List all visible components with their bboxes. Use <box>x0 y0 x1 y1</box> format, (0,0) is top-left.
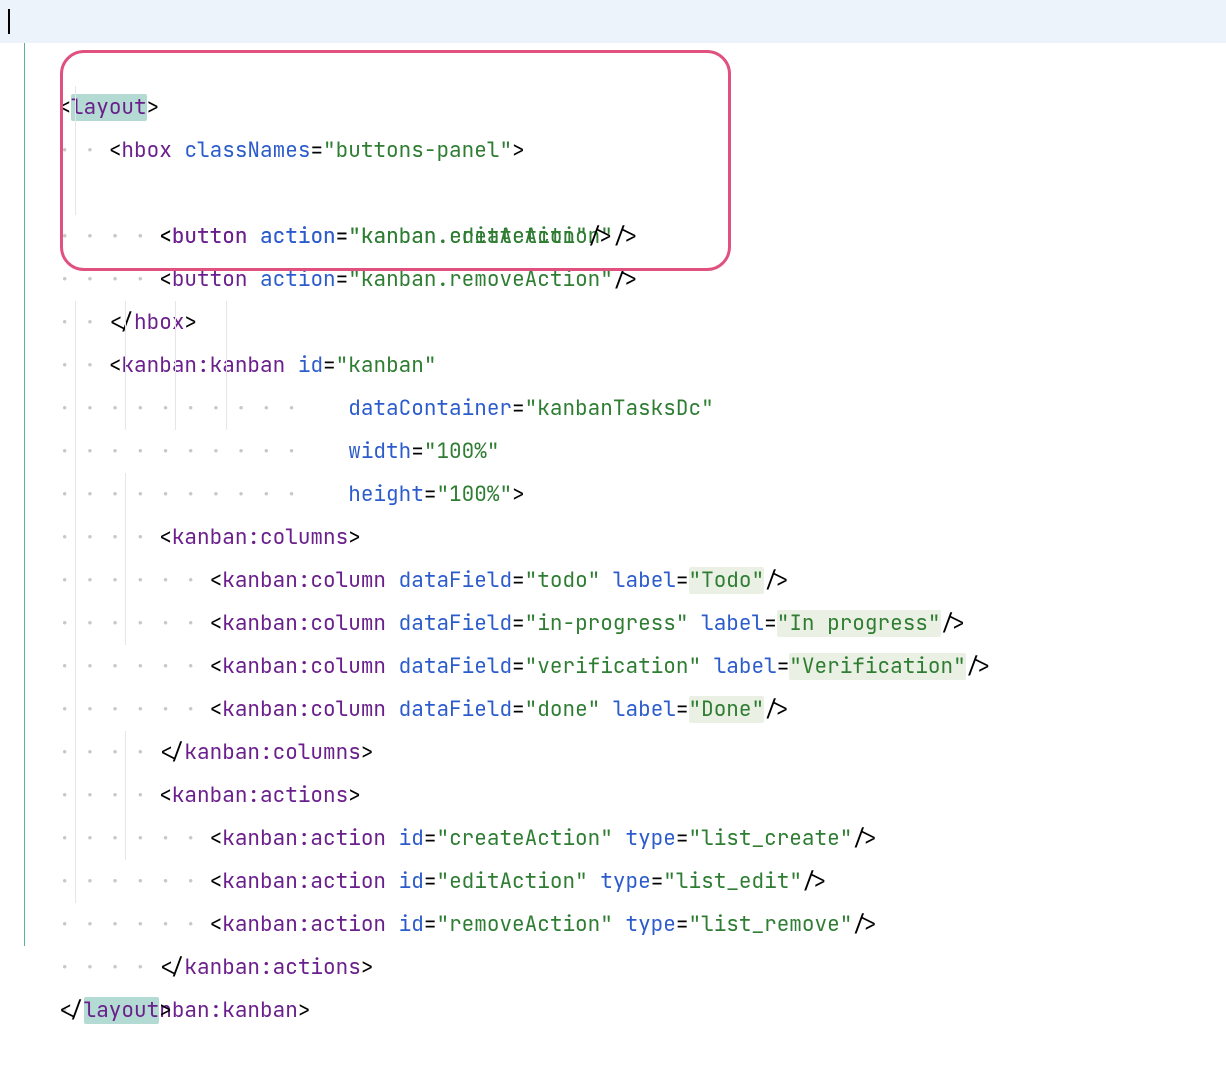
code-line[interactable]: · · · · · · <kanban:column dataField="to… <box>0 473 1226 516</box>
code-line[interactable]: · · </kanban:kanban> <box>0 903 1226 946</box>
code-line[interactable]: · · </hbox> <box>0 215 1226 258</box>
indent-guide <box>24 43 25 86</box>
indent-guide <box>24 86 25 129</box>
code-line[interactable]: · · · · · · <kanban:column dataField="in… <box>0 516 1226 559</box>
code-line[interactable]: · · · · · · <kanban:action id="removeAct… <box>0 817 1226 860</box>
indent-guide <box>75 86 76 129</box>
code-line[interactable]: · · · · <kanban:columns> <box>0 430 1226 473</box>
code-line[interactable]: · · · · · · · · · · height="100%"> <box>0 387 1226 430</box>
code-line[interactable]: · · · · </kanban:columns> <box>0 645 1226 688</box>
tag-layout-close: layout <box>84 997 160 1024</box>
code-editor[interactable]: <layout> · · <hbox classNames="buttons-p… <box>0 0 1226 989</box>
code-line[interactable]: · · · · · · <kanban:column dataField="do… <box>0 602 1226 645</box>
code-line[interactable]: · · <hbox classNames="buttons-panel"> <box>0 43 1226 86</box>
code-line[interactable]: · · <kanban:kanban id="kanban" <box>0 258 1226 301</box>
code-line[interactable]: </layout> <box>0 946 1226 989</box>
code-line[interactable]: · · · · · · <kanban:action id="editActio… <box>0 774 1226 817</box>
code-line[interactable]: · · · · · · <kanban:column dataField="ve… <box>0 559 1226 602</box>
text-caret <box>8 9 10 34</box>
code-line[interactable]: <layout> <box>0 0 1226 43</box>
code-line[interactable]: · · · · · · · · · · dataContainer="kanba… <box>0 301 1226 344</box>
code-line[interactable]: · · · · <button action="kanban.editActio… <box>0 129 1226 172</box>
code-line[interactable]: · · · · <button action="kanban.removeAct… <box>0 172 1226 215</box>
code-line[interactable]: · · · · <button action="kanban.createAct… <box>0 86 1226 129</box>
code-line[interactable]: · · · · · · · · · · width="100%" <box>0 344 1226 387</box>
code-line[interactable]: · · · · <kanban:actions> <box>0 688 1226 731</box>
code-line[interactable]: · · · · </kanban:actions> <box>0 860 1226 903</box>
code-line[interactable]: · · · · · · <kanban:action id="createAct… <box>0 731 1226 774</box>
